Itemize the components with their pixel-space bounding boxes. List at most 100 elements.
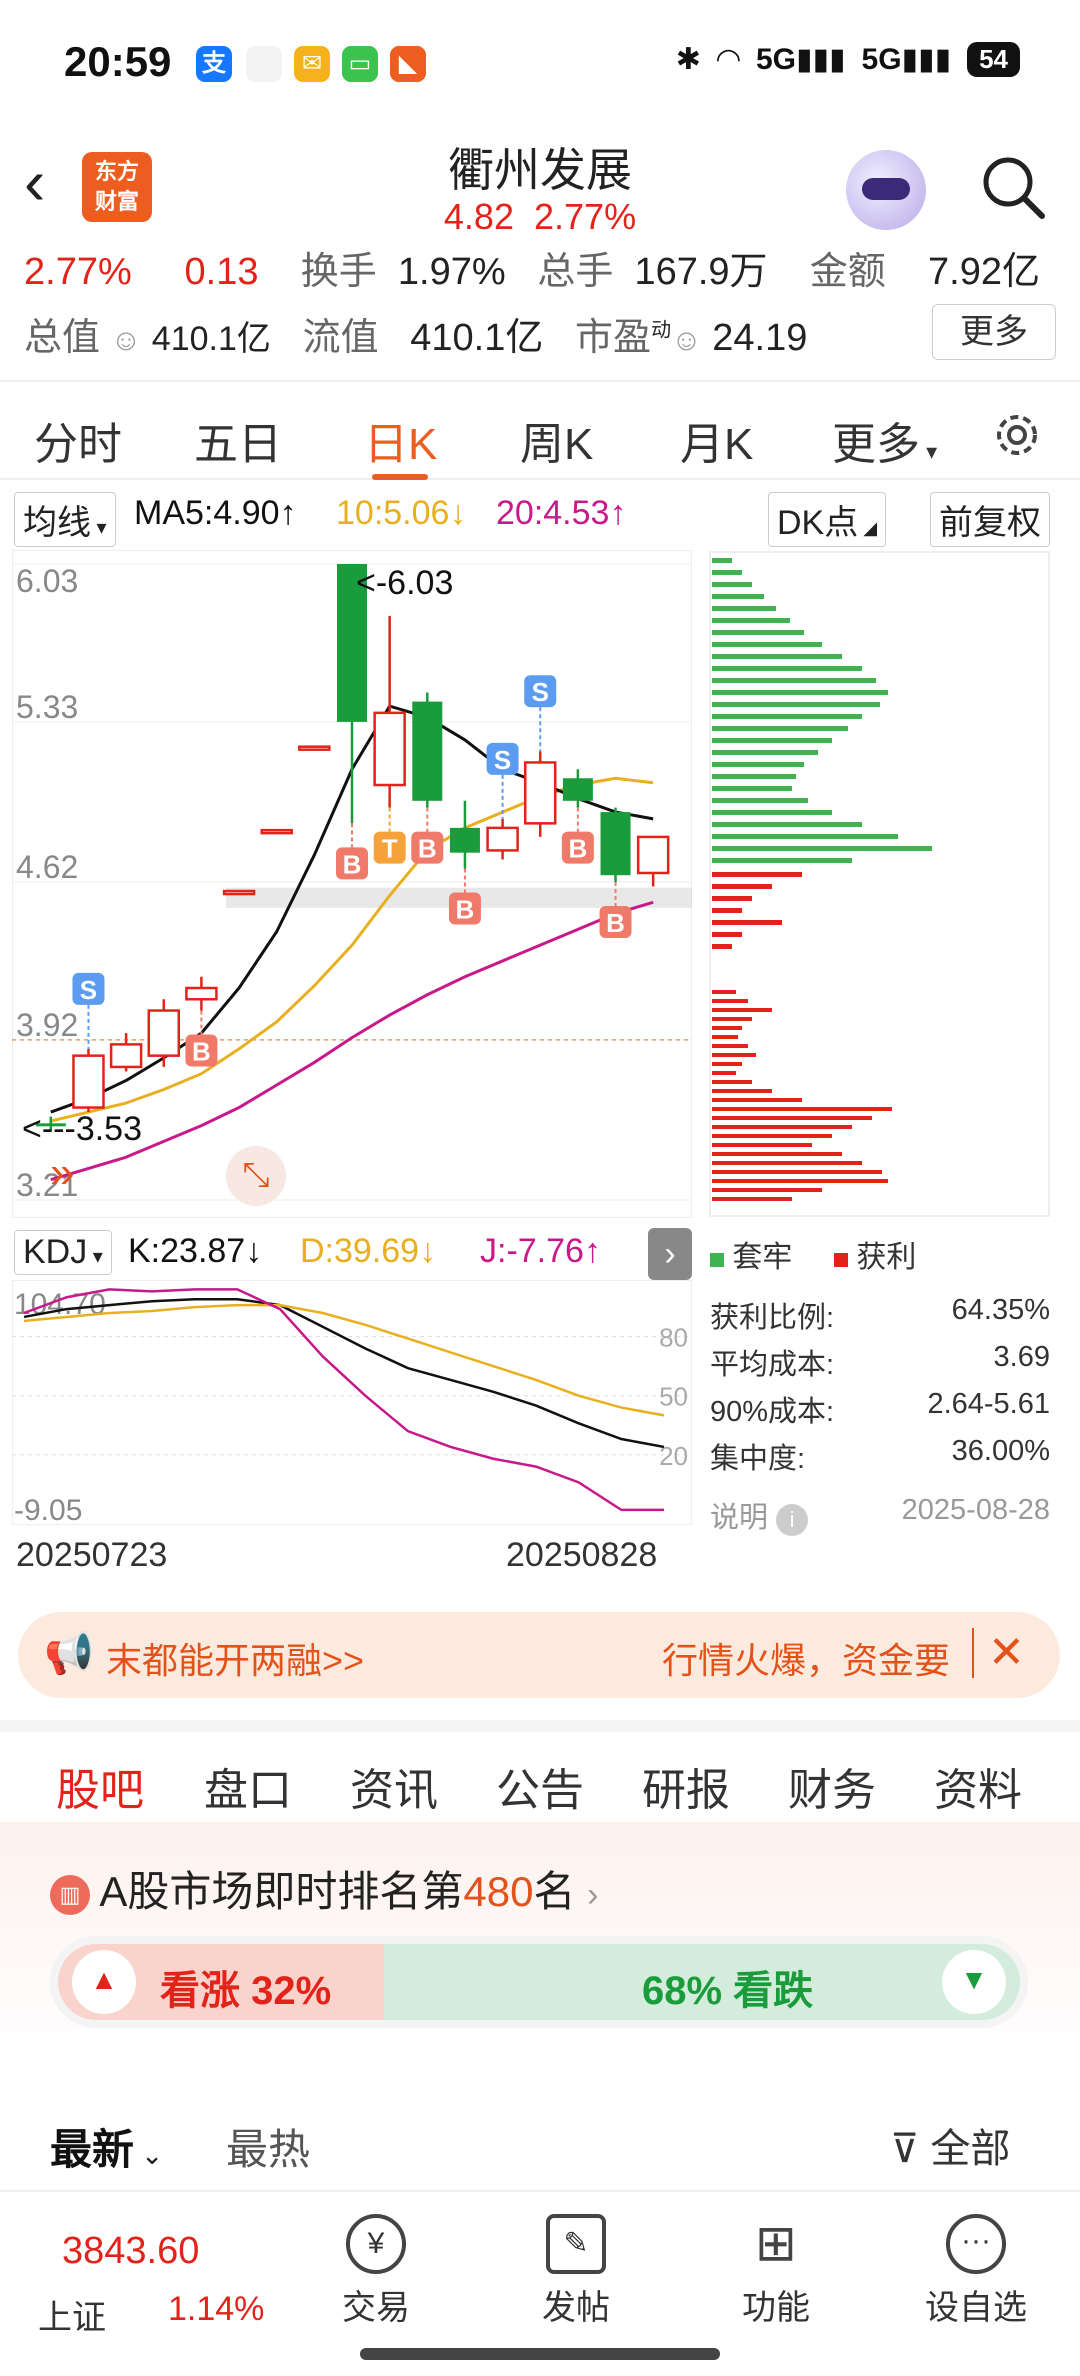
tab-guba[interactable]: 股吧 [56, 1754, 144, 1818]
indicator-selector[interactable]: KDJ ▾ [14, 1230, 112, 1275]
tab-news[interactable]: 资讯 [350, 1754, 438, 1818]
turnover-label: 换手 [300, 251, 377, 292]
tab-weekly-k[interactable]: 周K [520, 408, 593, 472]
yen-icon: ¥ [346, 2214, 406, 2274]
candle-body [562, 778, 593, 801]
nav-trade[interactable]: ¥ 交易 [306, 2214, 446, 2329]
candle [260, 828, 293, 835]
note-link[interactable]: 说明 i [710, 1502, 809, 1536]
stock-header: ‹ 东方 财富 衢州发展 4.82 2.77% [0, 130, 1080, 250]
robot-assistant-icon[interactable] [846, 150, 926, 230]
tab-monthly-k[interactable]: 月K [680, 408, 753, 472]
tab-research[interactable]: 研报 [642, 1754, 730, 1818]
chip-bar-hold [712, 798, 808, 803]
sort-latest[interactable]: 最新 ⌄ [50, 2116, 163, 2177]
nav-post[interactable]: ✎ 发帖 [506, 2214, 646, 2329]
stock-change-pct: 2.77% [534, 196, 637, 237]
tab-five-day[interactable]: 五日 [194, 408, 282, 472]
ma10-value: 10:5.06↓ [336, 494, 467, 532]
signal-label: S [532, 677, 549, 707]
filter-button[interactable]: ⊽ 全部 [890, 2116, 1010, 2174]
chip-bar-hold [712, 810, 832, 815]
chip-bar-hold [712, 738, 832, 743]
ma-legend: 均线 ▾ MA5:4.90↑ 10:5.06↓ 20:4.53↑ DK点 ◢ 前… [0, 490, 1080, 547]
signal-label: B [192, 1037, 211, 1067]
chip-bar-hold [712, 702, 880, 707]
chip-bar-hold [712, 834, 898, 839]
more-quote-button[interactable]: 更多 [932, 304, 1056, 360]
tab-more[interactable]: 更多 ▾ [832, 408, 937, 472]
end-date: 20250828 [506, 1536, 658, 1574]
candle-body [600, 812, 631, 876]
tab-daily-k[interactable]: 日K [364, 408, 437, 472]
chip-bar-hold [712, 726, 848, 731]
nav-watchlist[interactable]: ··· 设自选 [906, 2214, 1046, 2329]
status-time: 20:59 [64, 38, 172, 85]
bear-bar[interactable]: 68% 看跌 ▼ [384, 1944, 1020, 2020]
close-icon[interactable]: ✕ [972, 1628, 1025, 1678]
chip-legend: 套牢 获利 [710, 1232, 1050, 1294]
candle-body [486, 826, 519, 852]
pe-sup: 动 [651, 319, 672, 342]
ranking-title[interactable]: ▥ A股市场即时排名第480名 › [50, 1858, 598, 1919]
quote-row-1: 2.77% 0.13 换手 1.97% 总手 167.9万 金额 7.92亿 [24, 240, 1064, 292]
expand-left-icon[interactable]: » [50, 1148, 74, 1198]
promo-banner[interactable]: 📢 末都能开两融>> 行情火爆，资金要 ✕ [18, 1612, 1060, 1698]
edit-icon: ✎ [546, 2214, 606, 2274]
index-name: 上证 [38, 2299, 106, 2337]
candle-body [222, 889, 256, 896]
chip-bar-profit [712, 1188, 822, 1192]
chip-bar-hold [712, 654, 842, 659]
candle [523, 751, 557, 837]
chip-bar-profit [712, 1143, 812, 1147]
candle [412, 692, 443, 808]
chip-bar-profit [712, 1197, 792, 1201]
index-value[interactable]: 3843.60 [62, 2230, 199, 2273]
y-tick-label: 4.62 [16, 849, 78, 885]
sort-hot[interactable]: 最热 [226, 2116, 310, 2177]
signal-label: B [456, 894, 475, 924]
chip-bar-profit [712, 1080, 752, 1084]
chip-info-panel: 套牢 获利 获利比例: 64.35% 平均成本: 3.69 90%成本: 2.64-5… [710, 1232, 1050, 1541]
candle-body [373, 711, 406, 787]
ma-selector[interactable]: 均线 ▾ [14, 492, 116, 547]
signal-label: S [80, 975, 97, 1005]
chip-bar-profit [712, 1179, 888, 1183]
candle-body [523, 761, 557, 825]
signal-label: B [606, 908, 625, 938]
gear-icon[interactable] [990, 408, 1044, 462]
tab-finance[interactable]: 财务 [788, 1754, 876, 1818]
y-tick-label: 6.03 [16, 563, 78, 599]
chip-bar-profit [712, 1035, 738, 1039]
kdj-legend: KDJ ▾ K:23.87↓ D:39.69↓ J:-7.76↑ › [0, 1228, 700, 1280]
chip-bar-profit [712, 1170, 882, 1174]
tab-profile[interactable]: 资料 [934, 1754, 1022, 1818]
quote-row-2: 总值 ☺ 410.1亿 流值 410.1亿 市盈动☺ 24.19 [24, 306, 807, 361]
candlestick-chart[interactable]: 6.035.334.623.923.21SBBT BBSSBB<-6.03<---… [12, 550, 692, 1218]
tab-intraday[interactable]: 分时 [34, 408, 122, 472]
chip-bar-hold [712, 582, 752, 587]
candle [147, 999, 181, 1067]
chip-bar-profit [712, 920, 782, 925]
tab-announcement[interactable]: 公告 [496, 1754, 584, 1818]
triangle-up-icon: ▲ [72, 1950, 136, 2014]
tab-pankou[interactable]: 盘口 [204, 1754, 292, 1818]
kdj-chart[interactable]: 104.70805020-9.05 [12, 1280, 692, 1525]
alipay-icon: 支 [196, 46, 232, 82]
chip-bar-profit [712, 1071, 736, 1075]
more-dots-icon: ··· [946, 2214, 1006, 2274]
news-app-icon: ◣ [390, 46, 426, 82]
chip-bar-profit [712, 1125, 852, 1129]
bull-bar[interactable]: ▲ 看涨 32% [58, 1944, 384, 2020]
chip-note-row: 说明 i 2025-08-28 [710, 1494, 1050, 1541]
nav-function[interactable]: ⊞ 功能 [706, 2214, 846, 2329]
kdj-j-value: J:-7.76↑ [480, 1232, 601, 1270]
candle-body [72, 1054, 105, 1109]
candle [72, 1048, 105, 1113]
fullscreen-icon[interactable]: ⤡ [226, 1146, 286, 1206]
kdj-d-value: D:39.69↓ [300, 1232, 437, 1270]
dk-point-selector[interactable]: DK点 ◢ [768, 492, 887, 547]
search-icon[interactable] [978, 152, 1048, 222]
adjust-selector[interactable]: 前复权 [930, 492, 1050, 547]
expand-indicator-button[interactable]: › [648, 1228, 692, 1280]
